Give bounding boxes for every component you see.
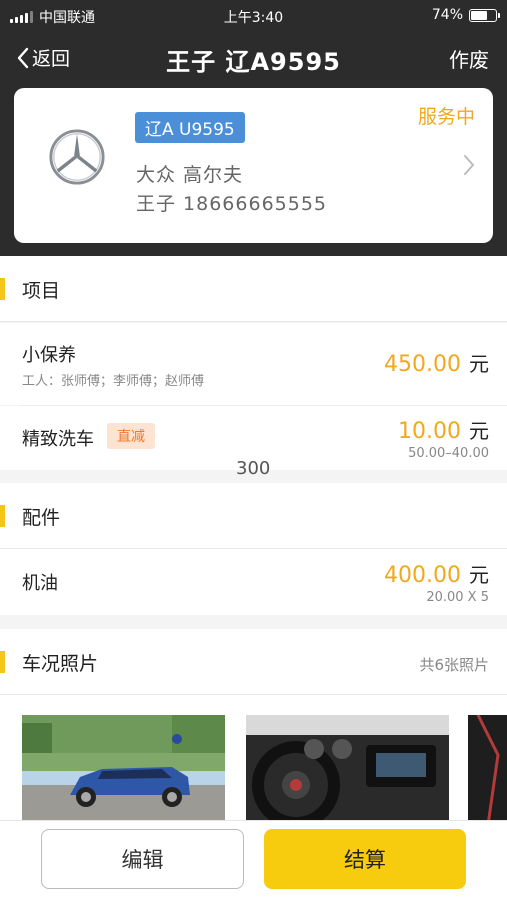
service-discount-detail: 50.00–40.00 (408, 446, 489, 461)
parts-title: 配件 (22, 507, 61, 529)
overlay-value: 300 (236, 458, 271, 479)
page-title: 王子 辽A9595 (166, 48, 341, 76)
navigation-bar: 返回 王子 辽A9595 作废 (0, 32, 507, 82)
car-interior-photo-icon (246, 715, 449, 820)
photo-strip[interactable] (0, 695, 507, 820)
chevron-right-icon (464, 155, 474, 175)
car-exterior-photo-icon (22, 715, 225, 820)
services-title: 项目 (22, 280, 61, 302)
part-name: 机油 (22, 573, 58, 594)
service-amount: 450.00 (384, 352, 461, 377)
checkout-button[interactable]: 结算 (264, 829, 466, 889)
battery-icon (469, 8, 500, 22)
services-section-header: 项目 (0, 256, 507, 322)
part-price: 400.00 元 (384, 559, 489, 588)
service-item[interactable]: 小保养 工人：张师傅；李师傅；赵师傅 450.00 元 (0, 323, 507, 405)
discount-tag: 直减 (107, 423, 155, 449)
section-accent (0, 505, 5, 527)
bottom-action-bar: 编辑 结算 (0, 820, 507, 901)
service-unit: 元 (469, 352, 489, 376)
part-amount: 400.00 (384, 563, 461, 588)
vehicle-model: 大众 高尔夫 (136, 164, 244, 186)
part-quantity-detail: 20.00 X 5 (426, 590, 489, 605)
photo-count[interactable]: 共6张照片 (419, 654, 489, 675)
part-unit: 元 (469, 563, 489, 587)
status-bar: 中国联通 上午3:40 74% (0, 0, 507, 32)
license-plate-badge: 辽A U9595 (135, 112, 245, 143)
vehicle-card[interactable]: 辽A U9595 服务中 大众 高尔夫 王子 18666665555 (14, 88, 493, 243)
car-photo[interactable] (246, 715, 449, 820)
service-price: 450.00 元 (384, 348, 489, 377)
section-accent (0, 278, 5, 300)
car-seat-photo-icon (468, 715, 507, 820)
service-name: 小保养 (22, 345, 76, 366)
part-item[interactable]: 机油 400.00 元 20.00 X 5 (0, 549, 507, 615)
service-name: 精致洗车 (22, 429, 94, 450)
void-button[interactable]: 作废 (449, 44, 489, 73)
car-photo[interactable] (468, 715, 507, 820)
service-price: 10.00 元 (398, 415, 489, 444)
battery-percent: 74% (431, 7, 463, 23)
owner-info: 王子 18666665555 (136, 193, 328, 215)
service-amount: 10.00 (398, 419, 461, 444)
parts-section-header: 配件 (0, 483, 507, 549)
car-photo[interactable] (22, 715, 225, 820)
service-status: 服务中 (417, 106, 475, 128)
service-workers: 工人：张师傅；李师傅；赵师傅 (22, 374, 205, 389)
section-accent (0, 651, 5, 673)
photos-title: 车况照片 (22, 653, 99, 675)
edit-button[interactable]: 编辑 (41, 829, 244, 889)
mercedes-benz-logo-icon (49, 129, 105, 185)
photos-section-header: 车况照片 共6张照片 (0, 629, 507, 695)
service-unit: 元 (469, 419, 489, 443)
